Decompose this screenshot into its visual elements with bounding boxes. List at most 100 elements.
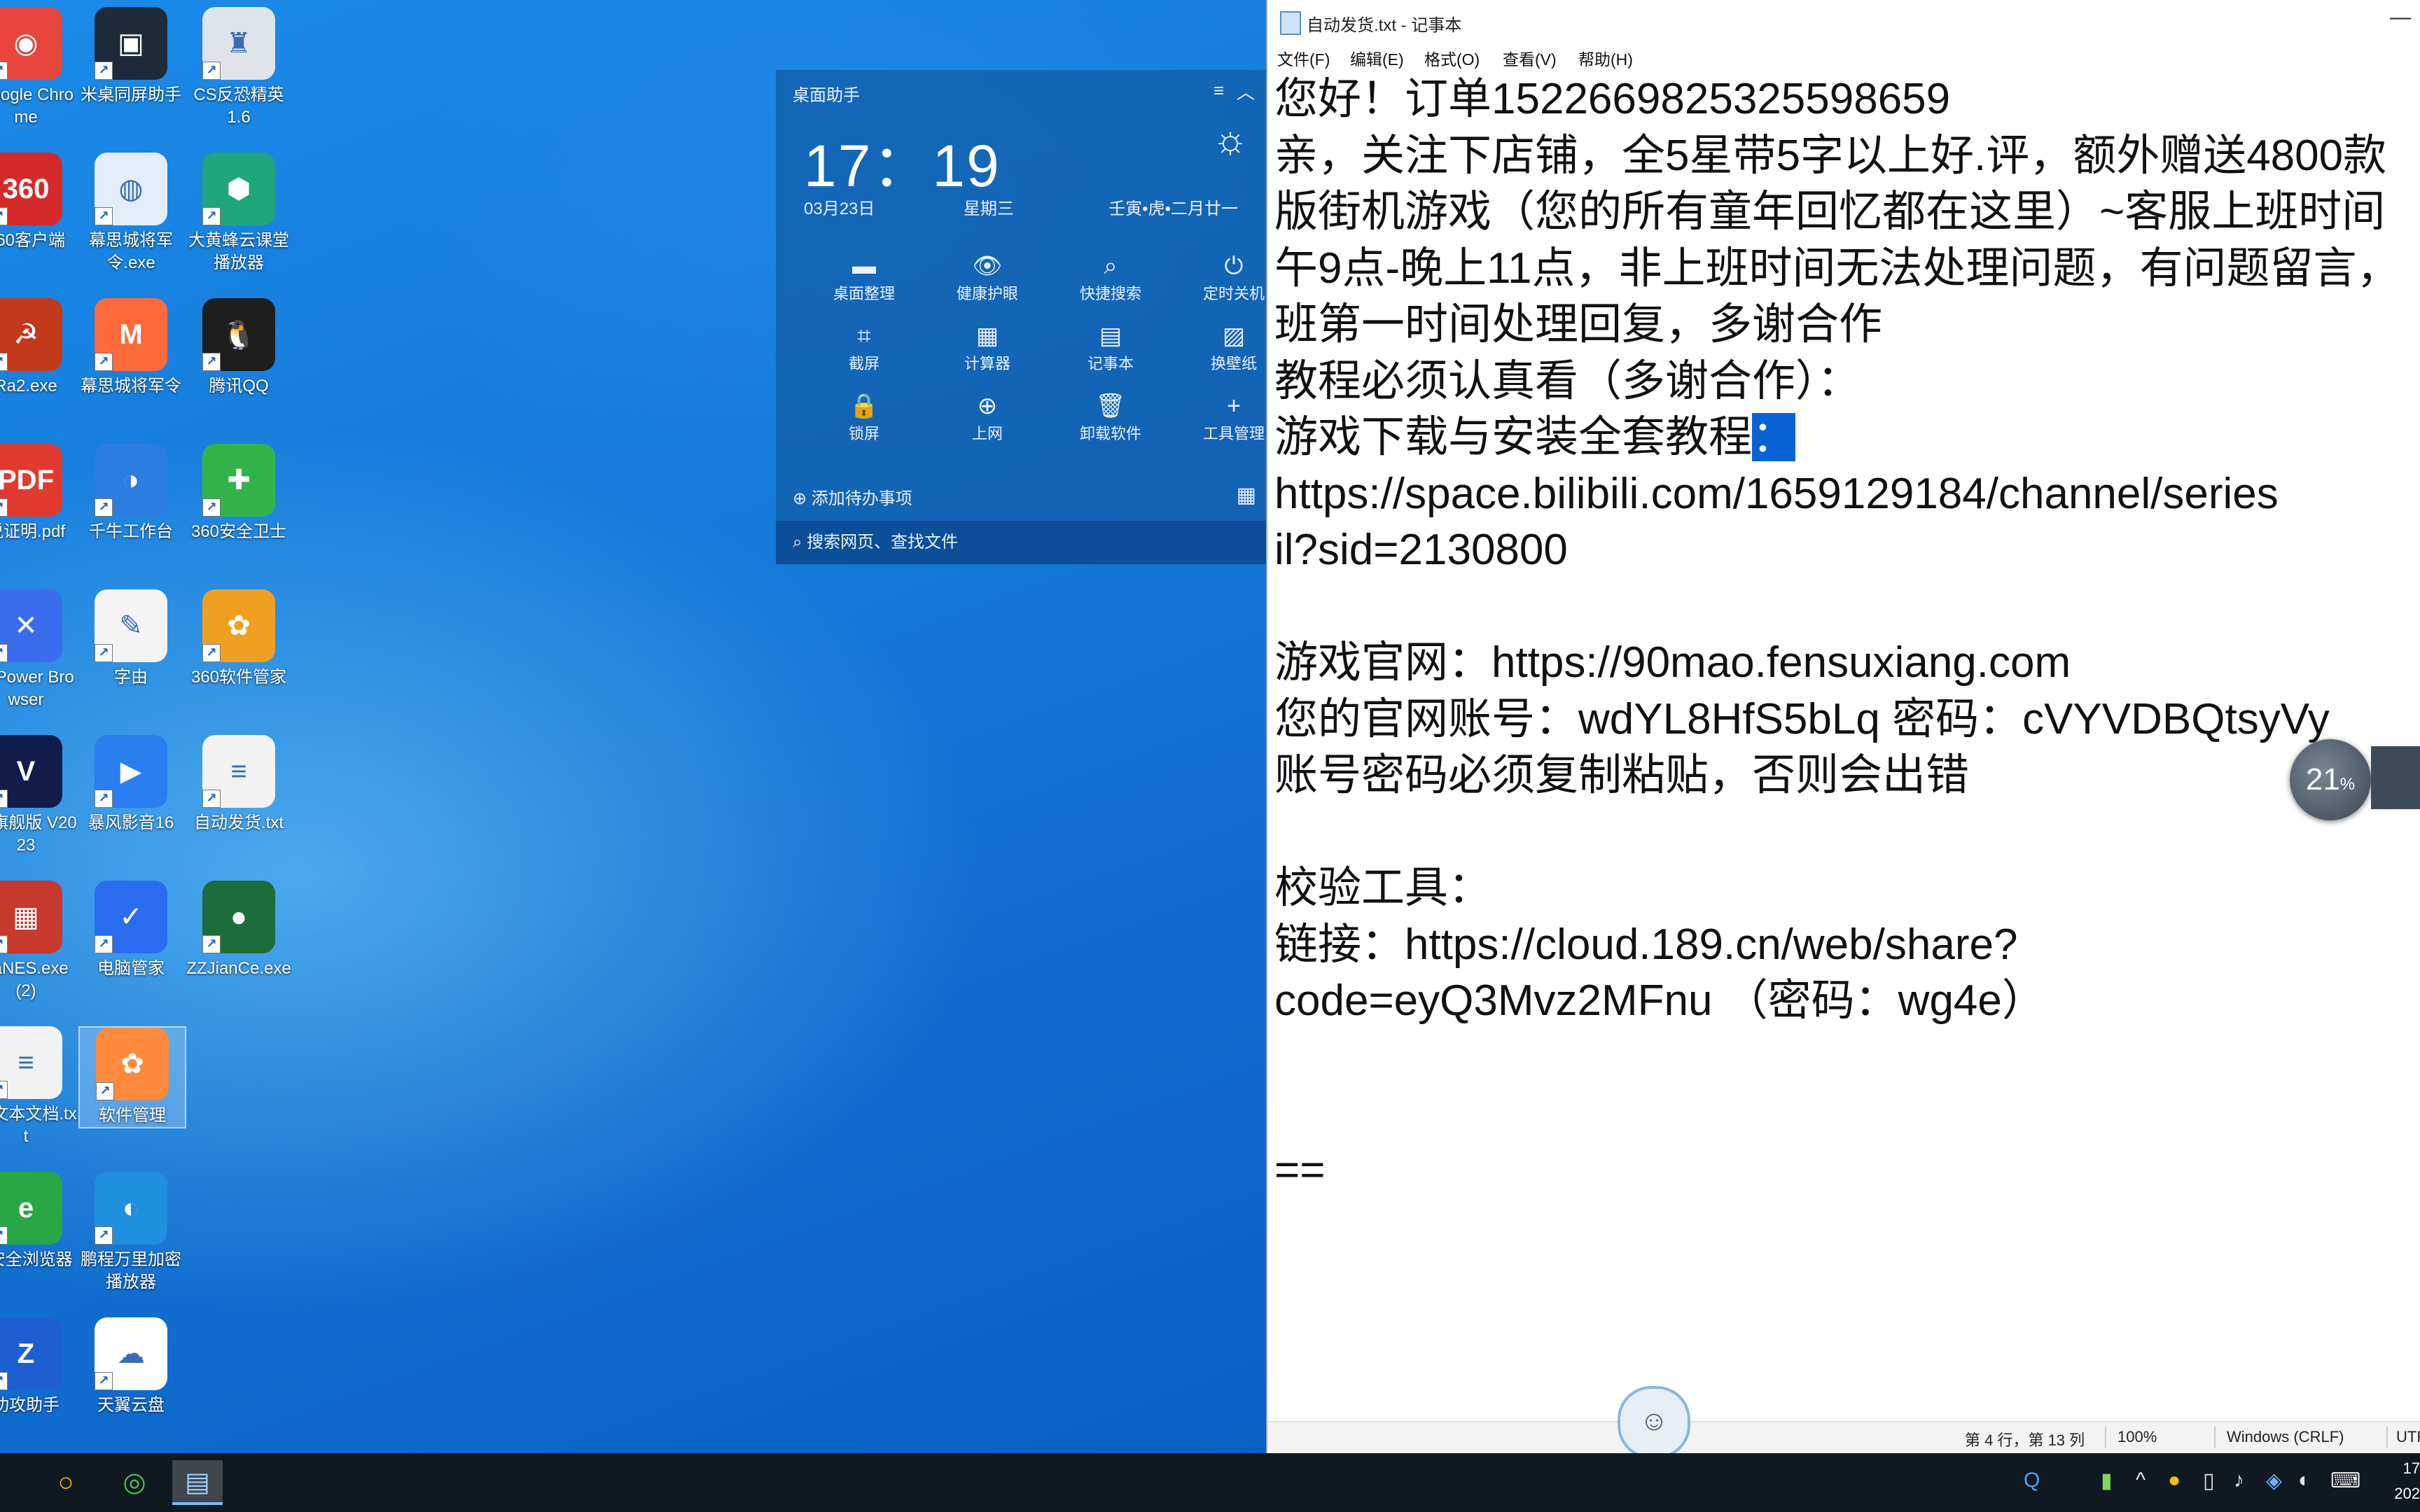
assistant-tool-calculator[interactable]: ▦ 计算器 <box>938 321 1036 374</box>
add-todo-label: 添加待办事项 <box>811 489 912 508</box>
shortcut-arrow-icon: ↗ <box>95 62 113 80</box>
assistant-tool-label: 快捷搜索 <box>1079 285 1141 302</box>
assistant-tool-notepad[interactable]: ▤ 记事本 <box>1062 321 1160 374</box>
microphone-icon[interactable]: ♪ <box>2234 1469 2244 1492</box>
pc-manager-icon: ✓ ↗ <box>95 881 167 953</box>
360-tray-icon[interactable]: ● <box>2168 1469 2181 1492</box>
desktop-icon[interactable]: ▣ ↗ 米桌同屏助手 <box>78 7 183 106</box>
z-assistant-icon: Z↗ <box>0 1317 62 1390</box>
notepad-taskbar-icon[interactable]: ▤ <box>172 1460 223 1505</box>
menu-view[interactable]: 查看(V) <box>1503 46 1557 70</box>
assistant-tool-wallpaper[interactable]: ▨ 换壁纸 <box>1185 321 1266 374</box>
menu-format[interactable]: 格式(O) <box>1424 46 1480 70</box>
desktop-icon[interactable]: ≡↗ 建文本文档.txt <box>0 1026 78 1148</box>
assistant-tool-label: 工具管理 <box>1202 425 1265 442</box>
shortcut-arrow-icon: ↗ <box>0 1372 8 1390</box>
desktop-icon[interactable]: ◑ ↗ 千牛工作台 <box>78 444 183 543</box>
calculator-icon: ▦ <box>975 323 999 349</box>
desktop-icon[interactable]: ☁ ↗ 天翼云盘 <box>78 1317 183 1417</box>
shortcut-arrow-icon: ↗ <box>0 935 8 953</box>
desktop-icon[interactable]: ▦↗ uaNES.exe (2) <box>0 881 78 1002</box>
desktop-icon[interactable]: ◉↗ Google Chrome <box>0 7 78 129</box>
shortcut-arrow-icon: ↗ <box>0 62 8 80</box>
shield-icon[interactable]: ◈ <box>2266 1469 2282 1493</box>
desktop-icon[interactable]: ▶ ↗ 暴风影音16 <box>78 735 183 834</box>
desktop-icon[interactable]: ⬢ ↗ 大黄蜂云课堂播放器 <box>186 153 291 274</box>
desktop-icon[interactable]: ♜ ↗ CS反恐精英 1.6 <box>186 7 291 129</box>
desktop-icon[interactable]: ✓ ↗ 电脑管家 <box>78 881 183 980</box>
menu-edit[interactable]: 编辑(E) <box>1350 46 1404 70</box>
360-browser-icon: e↗ <box>0 1172 62 1245</box>
collapse-icon[interactable]: ︿ <box>1237 78 1255 104</box>
text-line: 班第一时间处理回复，多谢合作 <box>1274 297 2420 354</box>
usb-tray-icon[interactable]: ▯ <box>2203 1469 2215 1493</box>
text-line-content: il?sid=2130800 <box>1274 526 1568 574</box>
shortcut-arrow-icon: ↗ <box>202 790 221 808</box>
mascot-assistant-icon[interactable]: ☺ <box>1618 1386 1690 1459</box>
desktop-icon[interactable]: ✕↗ dsPower Browser <box>0 589 78 711</box>
line-ending: Windows (CRLF) <box>2227 1428 2344 1446</box>
assistant-tool-crop[interactable]: ⌗ 截屏 <box>815 321 913 374</box>
assistant-title: 桌面助手 <box>793 86 860 105</box>
qr-code-icon[interactable]: ▦ <box>1237 483 1256 507</box>
assistant-tool-eye[interactable]: 👁 健康护眼 <box>938 251 1036 304</box>
q-app-tray-icon[interactable]: Q <box>2024 1469 2040 1492</box>
sun-weather-icon[interactable]: ☼ <box>1206 116 1255 165</box>
status-divider <box>2386 1427 2388 1448</box>
assistant-tool-trash[interactable]: 🗑 卸载软件 <box>1062 391 1160 444</box>
performance-percent-ball[interactable]: 21% <box>2290 739 2371 820</box>
system-clock[interactable]: 17 202 <box>2357 1456 2420 1506</box>
chevron-up-icon[interactable]: ^ <box>2136 1469 2146 1492</box>
notepad-text-area[interactable]: 您好！订单1522669825325598659 亲，关注下店铺，全5星带5字以上… <box>1267 71 2420 1422</box>
desktop-icon[interactable]: 🐧 ↗ 腾讯QQ <box>186 298 291 398</box>
text-line: 亲，关注下店铺，全5星带5字以上好.评，额外赠送4800款 <box>1274 128 2420 185</box>
keyboard-icon[interactable]: ⌨ <box>2330 1469 2360 1493</box>
shortcut-arrow-icon: ↗ <box>0 1081 8 1099</box>
assistant-tool-search[interactable]: ⌕ 快捷搜索 <box>1062 251 1160 304</box>
text-line-content: 账号密码必须复制粘贴，否则会出错 <box>1274 751 1970 799</box>
minimize-button[interactable]: — <box>2379 6 2420 29</box>
assistant-tool-lock[interactable]: 🔒 锁屏 <box>815 391 913 444</box>
shortcut-arrow-icon: ↗ <box>95 935 113 953</box>
menu-file[interactable]: 文件(F) <box>1277 46 1330 70</box>
desktop-icon[interactable]: ● ↗ ZZJianCe.exe <box>186 881 291 980</box>
desktop-icon[interactable]: ✚ ↗ 360安全卫士 <box>186 444 291 543</box>
desktop-icon[interactable]: PDF↗ 说证明.pdf <box>0 444 78 543</box>
desktop-icon[interactable]: e↗ 0安全浏览器 <box>0 1172 78 1271</box>
menu-help[interactable]: 帮助(H) <box>1578 46 1633 70</box>
desktop-icon[interactable]: ✿ ↗ 软件管理 <box>78 1026 186 1128</box>
assistant-tool-label: 定时关机 <box>1202 285 1265 302</box>
360-browser-taskbar-icon[interactable]: ◎ <box>109 1460 160 1505</box>
assistant-tool-plus[interactable]: + 工具管理 <box>1185 391 1266 444</box>
assistant-tool-desktop-organize[interactable]: ▬ 桌面整理 <box>815 251 913 304</box>
notepad-titlebar[interactable]: 自动发货.txt - 记事本 — <box>1267 0 2420 43</box>
desktop-icon[interactable]: V↗ 能旗舰版 V2023 <box>0 735 78 857</box>
desktop-icon[interactable]: ◐ ↗ 鹏程万里加密播放器 <box>78 1172 183 1294</box>
desktop-icon[interactable]: 360↗ 360客户端 <box>0 153 78 252</box>
text-line: https://space.bilibili.com/1659129184/ch… <box>1274 466 2420 523</box>
menu-icon[interactable]: ≡ <box>1214 80 1224 102</box>
shortcut-arrow-icon: ↗ <box>202 935 221 953</box>
speed-side-tab[interactable] <box>2371 746 2420 809</box>
text-line-content: 班第一时间处理回复，多谢合作 <box>1274 300 1883 349</box>
monitor-disc-icon: ◍ ↗ <box>95 153 167 225</box>
desktop-icon[interactable]: ✿ ↗ 360软件管家 <box>186 589 291 689</box>
desktop-icon[interactable]: Z↗ 功攻助手 <box>0 1317 78 1417</box>
desktop-icon-label: 幕思城将军令.exe <box>89 231 173 272</box>
assistant-tool-power[interactable]: ⏻ 定时关机 <box>1185 251 1266 304</box>
add-todo-button[interactable]: ⊕ 添加待办事项 <box>793 484 912 509</box>
volume-icon[interactable]: ◐ <box>2298 1469 2311 1492</box>
assistant-tool-globe[interactable]: ⊕ 上网 <box>938 391 1036 444</box>
desktop-icon[interactable]: ✎ ↗ 字由 <box>78 589 183 689</box>
percent-unit: % <box>2339 775 2356 794</box>
battery-tray-icon[interactable]: ▮ <box>2101 1469 2113 1493</box>
desktop-icon[interactable]: M ↗ 幕思城将军令 <box>78 298 183 398</box>
text-line <box>1274 1086 2420 1142</box>
assistant-tool-label: 锁屏 <box>848 425 879 442</box>
search-circle-icon[interactable]: ○ <box>41 1460 91 1505</box>
desktop-icon-label: 能旗舰版 V2023 <box>0 813 77 855</box>
desktop-icon[interactable]: ☭↗ Ra2.exe <box>0 298 78 398</box>
desktop-icon[interactable]: ◍ ↗ 幕思城将军令.exe <box>78 153 183 274</box>
assistant-search-box[interactable]: ⌕ 搜索网页、查找文件 <box>776 521 1266 564</box>
desktop-icon[interactable]: ≡ ↗ 自动发货.txt <box>186 735 291 834</box>
